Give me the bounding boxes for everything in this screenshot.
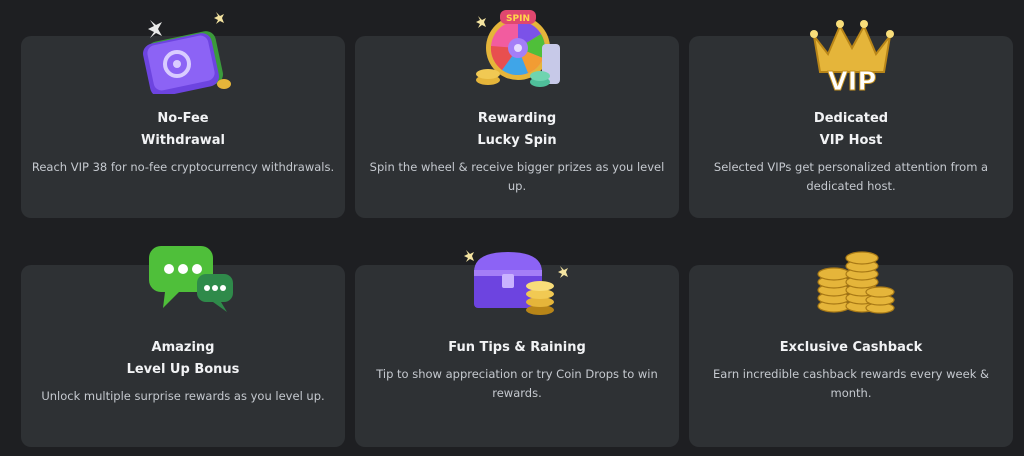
lucky-spin-wheel-icon: SPIN — [476, 10, 560, 87]
chat-bubbles-icon — [149, 246, 233, 312]
benefit-title: Amazing Level Up Bonus — [126, 340, 240, 377]
benefit-title: Dedicated VIP Host — [813, 111, 889, 148]
benefit-description: Unlock multiple surprise rewards as you … — [41, 389, 325, 403]
benefit-title: Exclusive Cashback — [779, 340, 923, 355]
svg-text:VIP: VIP — [828, 67, 877, 94]
benefit-description: Tip to show appreciation or try Coin Dro… — [376, 367, 658, 400]
benefit-description: Earn incredible cashback rewards every w… — [713, 367, 989, 400]
benefit-description: Spin the wheel & receive bigger prizes a… — [369, 160, 665, 193]
vip-benefits-grid: No-Fee Withdrawal Reach VIP 38 for no-fe… — [0, 0, 1024, 456]
benefit-title: Fun Tips & Raining — [448, 340, 586, 355]
wallet-icon — [143, 12, 231, 94]
svg-text:SPIN: SPIN — [506, 14, 530, 24]
coin-stacks-icon — [817, 251, 895, 314]
benefit-description: Selected VIPs get personalized attention… — [713, 160, 989, 193]
treasure-chest-icon — [464, 250, 568, 315]
vip-crown-icon: VIP — [810, 20, 894, 94]
benefit-title: No-Fee Withdrawal — [141, 111, 225, 148]
benefit-title: Rewarding Lucky Spin — [477, 111, 557, 148]
benefit-description: Reach VIP 38 for no-fee cryptocurrency w… — [31, 160, 335, 174]
